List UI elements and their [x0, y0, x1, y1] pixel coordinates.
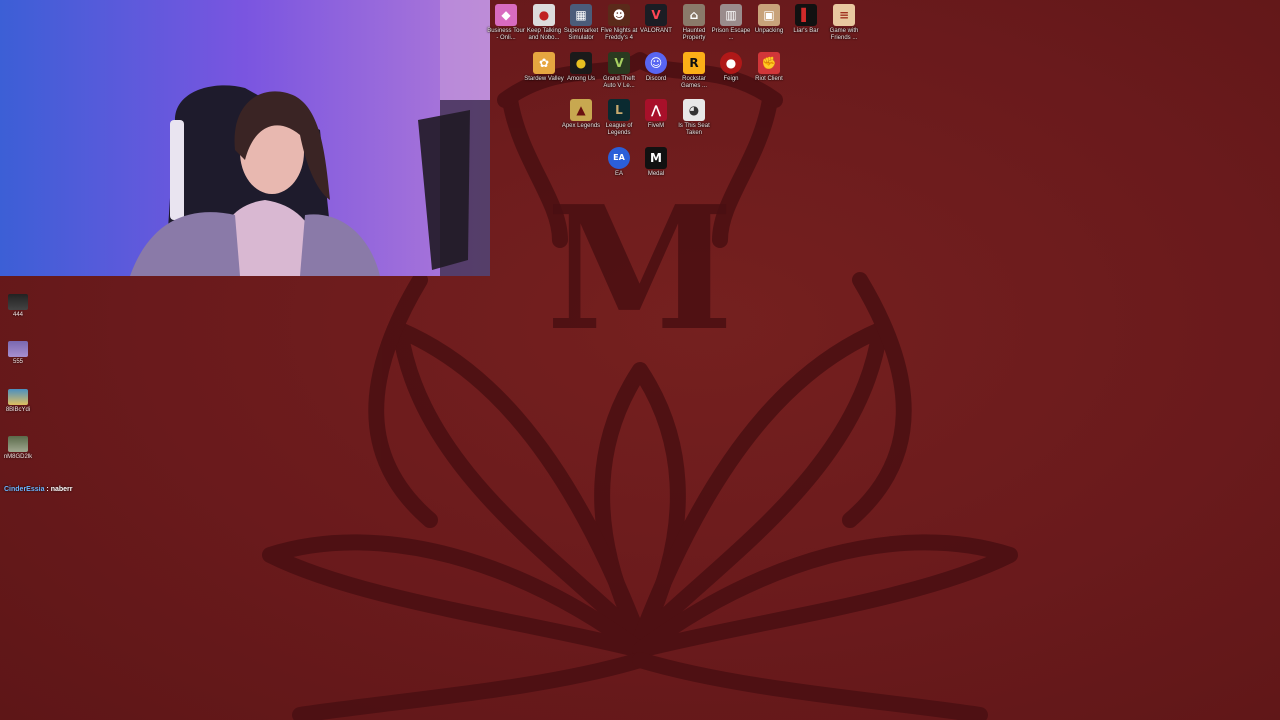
medal-icon: M: [645, 147, 667, 169]
desktop-icon-riot-client[interactable]: ✊ Riot Client: [749, 52, 789, 83]
discord-icon: ☺: [645, 52, 667, 74]
desktop-icon-unpacking[interactable]: ▣ Unpacking: [749, 4, 789, 35]
among-us-icon: ●: [570, 52, 592, 74]
chat-message: CinderEssia : naberr: [4, 486, 73, 493]
desktop-icon-stardew-valley[interactable]: ✿ Stardew Valley: [524, 52, 564, 83]
box-icon: ▣: [758, 4, 780, 26]
rockstar-icon: R: [683, 52, 705, 74]
desktop-icon-fivem[interactable]: ⋀ FiveM: [636, 99, 676, 130]
desktop-icon-apex-legends[interactable]: ▲ Apex Legends: [561, 99, 601, 130]
friends-game-icon: ≡: [833, 4, 855, 26]
image-file-icon: [8, 436, 28, 452]
desktop-icon-prison-escape[interactable]: ▥ Prison Escape ...: [711, 4, 751, 42]
desktop-icon-haunted-property[interactable]: ⌂ Haunted Property: [674, 4, 714, 42]
desktop-icon-keep-talking[interactable]: ● Keep Talking and Nobo...: [524, 4, 564, 42]
prison-icon: ▥: [720, 4, 742, 26]
desktop-icon-444[interactable]: 444: [2, 294, 34, 318]
desktop-icon-grid: ◆ Business Tour - Onli... ● Keep Talking…: [0, 0, 1280, 200]
desktop-icon-feign[interactable]: ● Feign: [711, 52, 751, 83]
fivem-icon: ⋀: [645, 99, 667, 121]
desktop-icon-league-of-legends[interactable]: L League of Legends: [599, 99, 639, 137]
desktop-icon-gta-v[interactable]: V Grand Theft Auto V Le...: [599, 52, 639, 90]
desktop-icon-liars-bar[interactable]: ▌ Liar's Bar: [786, 4, 826, 35]
desktop-icon-game-with-friends[interactable]: ≡ Game with Friends ...: [824, 4, 864, 42]
seat-icon: ◕: [683, 99, 705, 121]
desktop-icon-discord[interactable]: ☺ Discord: [636, 52, 676, 83]
gta-icon: V: [608, 52, 630, 74]
chat-text: naberr: [50, 486, 73, 493]
desktop-icon-555[interactable]: 555: [2, 341, 34, 365]
desktop-icon-8blbcydi[interactable]: 8BlBcYdi: [2, 389, 34, 413]
feign-icon: ●: [720, 52, 742, 74]
desktop-icon-valorant[interactable]: V VALORANT: [636, 4, 676, 35]
riot-icon: ✊: [758, 52, 780, 74]
stardew-icon: ✿: [533, 52, 555, 74]
apex-icon: ▲: [570, 99, 592, 121]
desktop-icon-among-us[interactable]: ● Among Us: [561, 52, 601, 83]
desktop-icon-nm8gd2lk[interactable]: nM8GD2lk: [2, 436, 34, 460]
liars-bar-icon: ▌: [795, 4, 817, 26]
desktop-icon-business-tour[interactable]: ◆ Business Tour - Onli...: [486, 4, 526, 42]
desktop-icon-supermarket-simulator[interactable]: ▦ Supermarket Simulator: [561, 4, 601, 42]
ea-icon: EA: [608, 147, 630, 169]
haunted-icon: ⌂: [683, 4, 705, 26]
image-file-icon: [8, 341, 28, 357]
supermarket-icon: ▦: [570, 4, 592, 26]
fnaf-icon: ☻: [608, 4, 630, 26]
business-tour-icon: ◆: [495, 4, 517, 26]
desktop-icon-is-this-seat-taken[interactable]: ◕ Is This Seat Taken: [674, 99, 714, 137]
bomb-icon: ●: [533, 4, 555, 26]
desktop-icon-five-nights[interactable]: ☻ Five Nights at Freddy's 4: [599, 4, 639, 42]
chat-username: CinderEssia: [4, 486, 45, 493]
desktop-icon-medal[interactable]: M Medal: [636, 147, 676, 178]
image-file-icon: [8, 389, 28, 405]
desktop-icon-rockstar[interactable]: R Rockstar Games ...: [674, 52, 714, 90]
league-icon: L: [608, 99, 630, 121]
desktop-icon-ea[interactable]: EA EA: [599, 147, 639, 178]
image-file-icon: [8, 294, 28, 310]
valorant-icon: V: [645, 4, 667, 26]
